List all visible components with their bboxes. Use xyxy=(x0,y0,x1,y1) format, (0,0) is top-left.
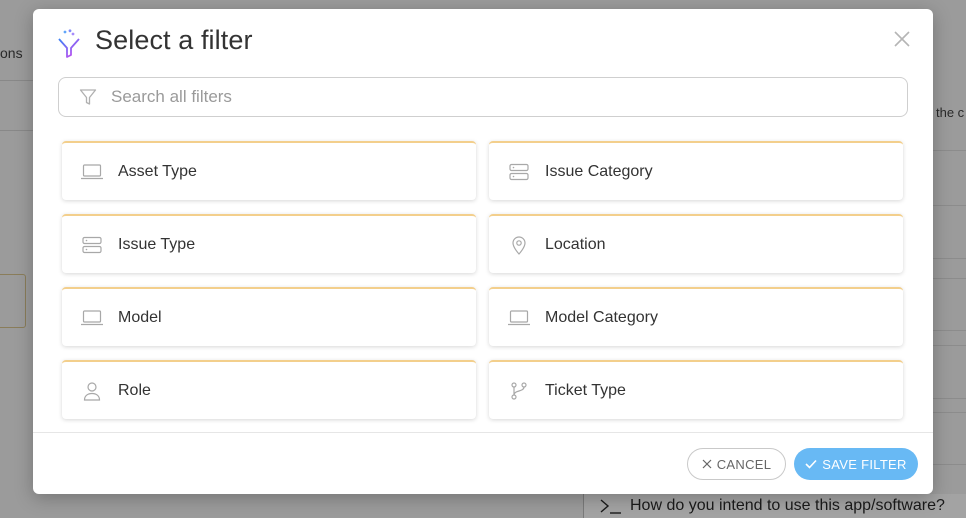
modal-title: Select a filter xyxy=(95,25,253,55)
background-divider xyxy=(933,258,966,259)
background-divider xyxy=(933,150,966,151)
modal-footer: CANCEL SAVE FILTER xyxy=(33,432,933,494)
git-branch-icon xyxy=(507,381,531,401)
server-icon xyxy=(507,162,531,182)
close-icon xyxy=(894,30,910,47)
filter-funnel-icon xyxy=(58,29,80,58)
filter-option-issue-category[interactable]: Issue Category xyxy=(489,141,903,200)
filter-option-model[interactable]: Model xyxy=(62,287,476,346)
filter-option-model-category[interactable]: Model Category xyxy=(489,287,903,346)
cancel-button[interactable]: CANCEL xyxy=(687,448,786,480)
background-divider xyxy=(933,278,966,279)
search-input[interactable] xyxy=(111,87,891,107)
background-tab-fragment: ons xyxy=(0,45,23,61)
filter-option-label: Issue Category xyxy=(545,162,653,180)
background-divider xyxy=(933,398,966,399)
filter-option-label: Asset Type xyxy=(118,162,197,180)
close-button[interactable] xyxy=(891,29,913,51)
background-prompt-row: How do you intend to use this app/softwa… xyxy=(583,494,966,518)
background-text-fragment: the c xyxy=(936,105,965,120)
background-box xyxy=(0,274,26,328)
user-icon xyxy=(80,381,104,401)
filter-option-label: Role xyxy=(118,381,151,399)
search-box xyxy=(58,77,908,117)
filter-option-asset-type[interactable]: Asset Type xyxy=(62,141,476,200)
filter-option-label: Ticket Type xyxy=(545,381,626,399)
select-filter-modal: Select a filter Asset Type Issue Categor… xyxy=(33,9,933,494)
filter-option-issue-type[interactable]: Issue Type xyxy=(62,214,476,273)
background-divider xyxy=(0,130,33,131)
background-divider xyxy=(0,80,33,81)
close-icon xyxy=(702,459,712,469)
filter-option-label: Location xyxy=(545,235,606,253)
laptop-icon xyxy=(80,308,104,328)
modal-header: Select a filter xyxy=(33,9,933,77)
save-filter-button[interactable]: SAVE FILTER xyxy=(794,448,918,480)
map-pin-icon xyxy=(507,235,531,255)
background-divider xyxy=(933,412,966,413)
background-divider xyxy=(933,330,966,331)
save-filter-button-label: SAVE FILTER xyxy=(822,456,907,472)
background-divider xyxy=(933,205,966,206)
filter-option-location[interactable]: Location xyxy=(489,214,903,273)
filter-option-label: Model Category xyxy=(545,308,658,326)
background-divider xyxy=(933,345,966,346)
laptop-icon xyxy=(80,162,104,182)
check-icon xyxy=(805,459,817,469)
filter-options-grid: Asset Type Issue Category Issue Type Loc… xyxy=(62,141,903,419)
background-prompt-text: How do you intend to use this app/softwa… xyxy=(630,497,945,514)
filter-option-role[interactable]: Role xyxy=(62,360,476,419)
filter-option-label: Model xyxy=(118,308,162,326)
background-divider xyxy=(933,464,966,465)
server-icon xyxy=(80,235,104,255)
cancel-button-label: CANCEL xyxy=(716,456,772,472)
filter-option-label: Issue Type xyxy=(118,235,196,253)
filter-option-ticket-type[interactable]: Ticket Type xyxy=(489,360,903,419)
laptop-icon xyxy=(507,308,531,328)
terminal-icon xyxy=(600,499,621,514)
filter-icon xyxy=(79,89,97,105)
